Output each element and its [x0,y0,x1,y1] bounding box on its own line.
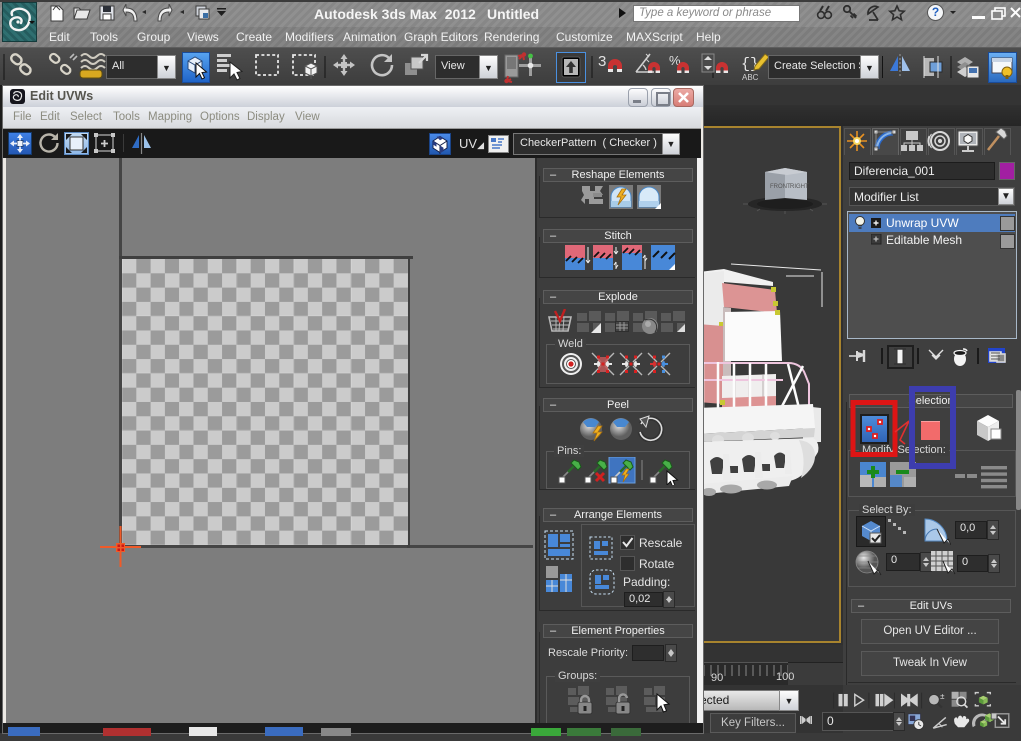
svg-text:FRONT: FRONT [770,184,791,190]
svg-text:ABC: ABC [742,73,759,82]
svg-text:±: ± [940,692,945,701]
svg-text:RIGHT: RIGHT [790,184,809,190]
svg-text:3: 3 [598,53,606,70]
